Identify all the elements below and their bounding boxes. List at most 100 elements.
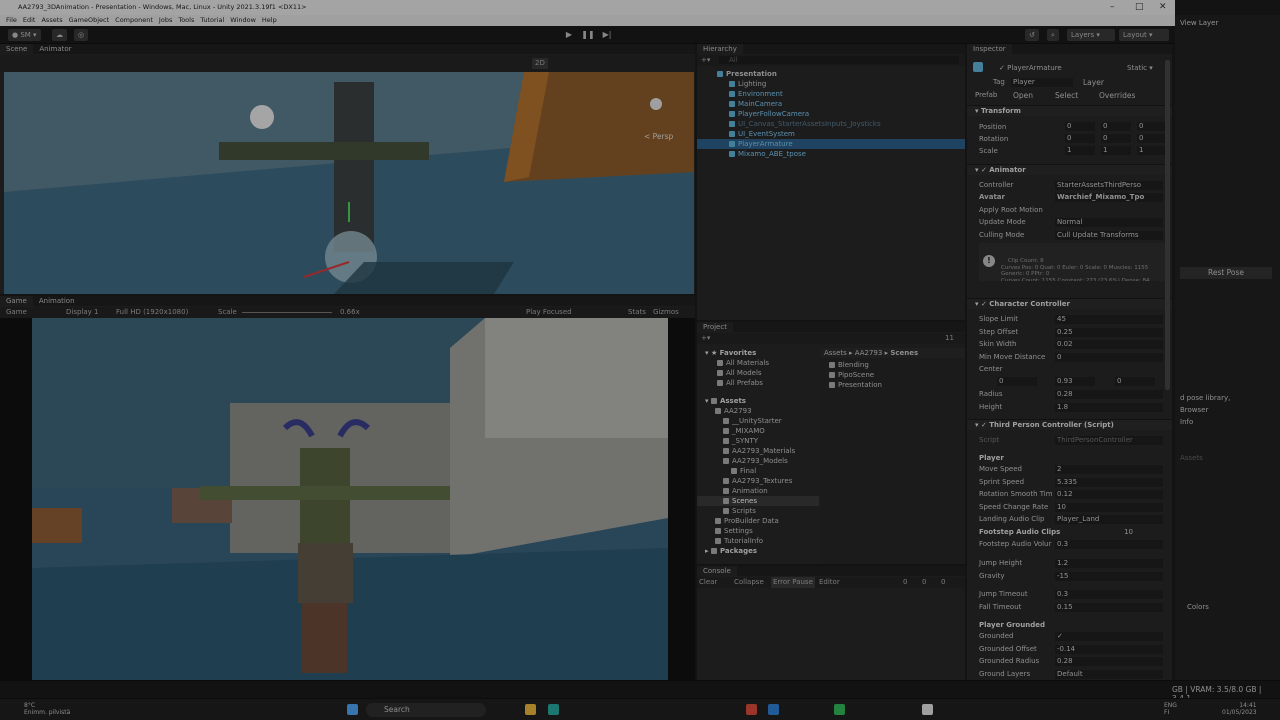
play-icon[interactable]: ▶ xyxy=(562,29,576,41)
history-icon[interactable]: ↺ xyxy=(1025,29,1039,41)
menu-item[interactable]: GameObject xyxy=(69,16,110,24)
menu-item[interactable]: Edit xyxy=(23,16,36,24)
scene-file[interactable]: Blending xyxy=(829,360,965,370)
position-x[interactable]: 0 xyxy=(1065,122,1095,131)
folder-item[interactable]: Animation xyxy=(697,486,819,496)
folder-item[interactable]: _SYNTY xyxy=(697,436,819,446)
center-z[interactable]: 0 xyxy=(1115,377,1155,386)
scale-slider[interactable] xyxy=(242,312,332,313)
menu-item[interactable]: File xyxy=(6,16,17,24)
favorite-item[interactable]: All Models xyxy=(697,368,819,378)
rotation-x[interactable]: 0 xyxy=(1065,134,1095,143)
folder-item[interactable]: Settings xyxy=(697,526,819,536)
folder-item[interactable]: AA2793_Textures xyxy=(697,476,819,486)
field-value[interactable]: 2 xyxy=(1055,465,1163,474)
menu-item[interactable]: Tutorial xyxy=(200,16,224,24)
inspector-scrollbar[interactable] xyxy=(1165,60,1170,390)
folder-item[interactable]: Scripts xyxy=(697,506,819,516)
field-value[interactable]: -0.14 xyxy=(1055,644,1163,654)
field-value[interactable]: 0 xyxy=(1055,352,1163,362)
assets-header[interactable]: ▾ Assets xyxy=(697,396,819,406)
maximize-icon[interactable]: □ xyxy=(1135,0,1144,15)
collab-icon[interactable]: ◎ xyxy=(74,29,89,41)
favorites-header[interactable]: ▾ ★ Favorites xyxy=(697,348,819,358)
tab-inspector[interactable]: Inspector xyxy=(967,44,1012,54)
scale-z[interactable]: 1 xyxy=(1137,146,1167,155)
hierarchy-item[interactable]: UI_EventSystem xyxy=(697,129,965,139)
field-value[interactable]: 0.02 xyxy=(1055,340,1163,349)
step-icon[interactable]: ▶| xyxy=(600,29,614,41)
prefab-open-button[interactable]: Open xyxy=(1013,91,1033,100)
favorite-item[interactable]: All Prefabs xyxy=(697,378,819,388)
hierarchy-item[interactable]: PlayerFollowCamera xyxy=(697,109,965,119)
tab-project[interactable]: Project xyxy=(697,322,733,332)
unity-icon[interactable] xyxy=(922,704,933,715)
radius-field[interactable]: 0.28 xyxy=(1055,390,1163,399)
field-value[interactable]: ✓ xyxy=(1055,632,1163,641)
game-mode-dropdown[interactable]: Game xyxy=(6,307,27,318)
hierarchy-search[interactable]: All xyxy=(719,56,959,64)
animator-header[interactable]: ▾ ✓ Animator xyxy=(967,164,1172,175)
language-indicator[interactable]: ENG FI xyxy=(1164,702,1177,716)
crumb-aa2793[interactable]: AA2793 xyxy=(855,349,883,357)
app-icon[interactable] xyxy=(548,704,559,715)
account-button[interactable]: ● SM ▾ xyxy=(8,29,41,41)
character-controller-header[interactable]: ▾ ✓ Character Controller xyxy=(967,298,1172,309)
folder-item[interactable]: AA2793 xyxy=(697,406,819,416)
update-mode-dropdown[interactable]: Normal xyxy=(1055,218,1163,227)
rotation-y[interactable]: 0 xyxy=(1101,134,1131,143)
hierarchy-item[interactable]: Environment xyxy=(697,89,965,99)
rotation-z[interactable]: 0 xyxy=(1137,134,1167,143)
hierarchy-item[interactable]: Mixamo_ABE_tpose xyxy=(697,149,965,159)
clock[interactable]: 14:41 01/05/2023 xyxy=(1222,702,1257,716)
menu-item[interactable]: Jobs xyxy=(159,16,172,24)
add-icon[interactable]: +▾ xyxy=(701,55,710,66)
packages-header[interactable]: ▸ Packages xyxy=(697,546,819,556)
field-value[interactable]: 10 xyxy=(1055,502,1163,512)
scale-x[interactable]: 1 xyxy=(1065,146,1095,155)
windows-start-icon[interactable] xyxy=(347,704,358,715)
folder-item[interactable]: TutorialInfo xyxy=(697,536,819,546)
hierarchy-item[interactable]: Lighting xyxy=(697,79,965,89)
prefab-select-button[interactable]: Select xyxy=(1055,91,1078,100)
transform-header[interactable]: ▾ Transform xyxy=(967,105,1172,116)
menu-item[interactable]: Component xyxy=(115,16,153,24)
tab-game[interactable]: Game xyxy=(0,296,33,306)
tab-animation[interactable]: Animation xyxy=(33,296,81,306)
field-value[interactable]: Default xyxy=(1055,669,1163,679)
taskbar-search[interactable]: Search xyxy=(366,703,486,717)
position-y[interactable]: 0 xyxy=(1101,122,1131,131)
crumb-scenes[interactable]: Scenes xyxy=(890,349,918,357)
play-focused-dropdown[interactable]: Play Focused xyxy=(526,307,572,318)
menu-item[interactable]: Help xyxy=(262,16,277,24)
menu-item[interactable]: Assets xyxy=(41,16,62,24)
avatar-field[interactable]: Warchief_Mixamo_Tpo xyxy=(1055,193,1163,202)
scene-viewport[interactable]: < Persp xyxy=(4,72,694,294)
prefab-overrides-dropdown[interactable]: Overrides xyxy=(1099,91,1135,100)
folder-item[interactable]: Scenes xyxy=(697,496,819,506)
folder-item[interactable]: AA2793_Materials xyxy=(697,446,819,456)
tab-hierarchy[interactable]: Hierarchy xyxy=(697,44,743,54)
layers-dropdown[interactable]: Layers ▾ xyxy=(1067,29,1115,41)
cloud-icon[interactable]: ☁ xyxy=(52,29,67,41)
tag-dropdown[interactable]: Player xyxy=(1011,78,1073,87)
field-value[interactable]: 0.3 xyxy=(1055,540,1163,549)
close-icon[interactable]: ✕ xyxy=(1159,0,1167,15)
folder-item[interactable]: ProBuilder Data xyxy=(697,516,819,526)
resolution-dropdown[interactable]: Full HD (1920x1080) xyxy=(116,307,188,318)
field-value[interactable]: 0.25 xyxy=(1055,327,1163,337)
field-value[interactable]: 10 xyxy=(1055,528,1163,537)
folder-item[interactable]: Final xyxy=(697,466,819,476)
tab-scene[interactable]: Scene xyxy=(0,44,34,54)
warning-count[interactable]: 0 xyxy=(922,577,926,588)
vscode-icon[interactable] xyxy=(768,704,779,715)
file-explorer-icon[interactable] xyxy=(525,704,536,715)
tpc-header[interactable]: ▾ ✓ Third Person Controller (Script) xyxy=(967,419,1172,430)
collapse-button[interactable]: Collapse xyxy=(734,577,764,588)
field-value[interactable]: 0.28 xyxy=(1055,657,1163,666)
tab-console[interactable]: Console xyxy=(697,566,737,576)
folder-item[interactable]: __UnityStarter xyxy=(697,416,819,426)
hierarchy-item[interactable]: MainCamera xyxy=(697,99,965,109)
clear-button[interactable]: Clear xyxy=(699,577,717,588)
field-value[interactable]: 0.15 xyxy=(1055,602,1163,612)
